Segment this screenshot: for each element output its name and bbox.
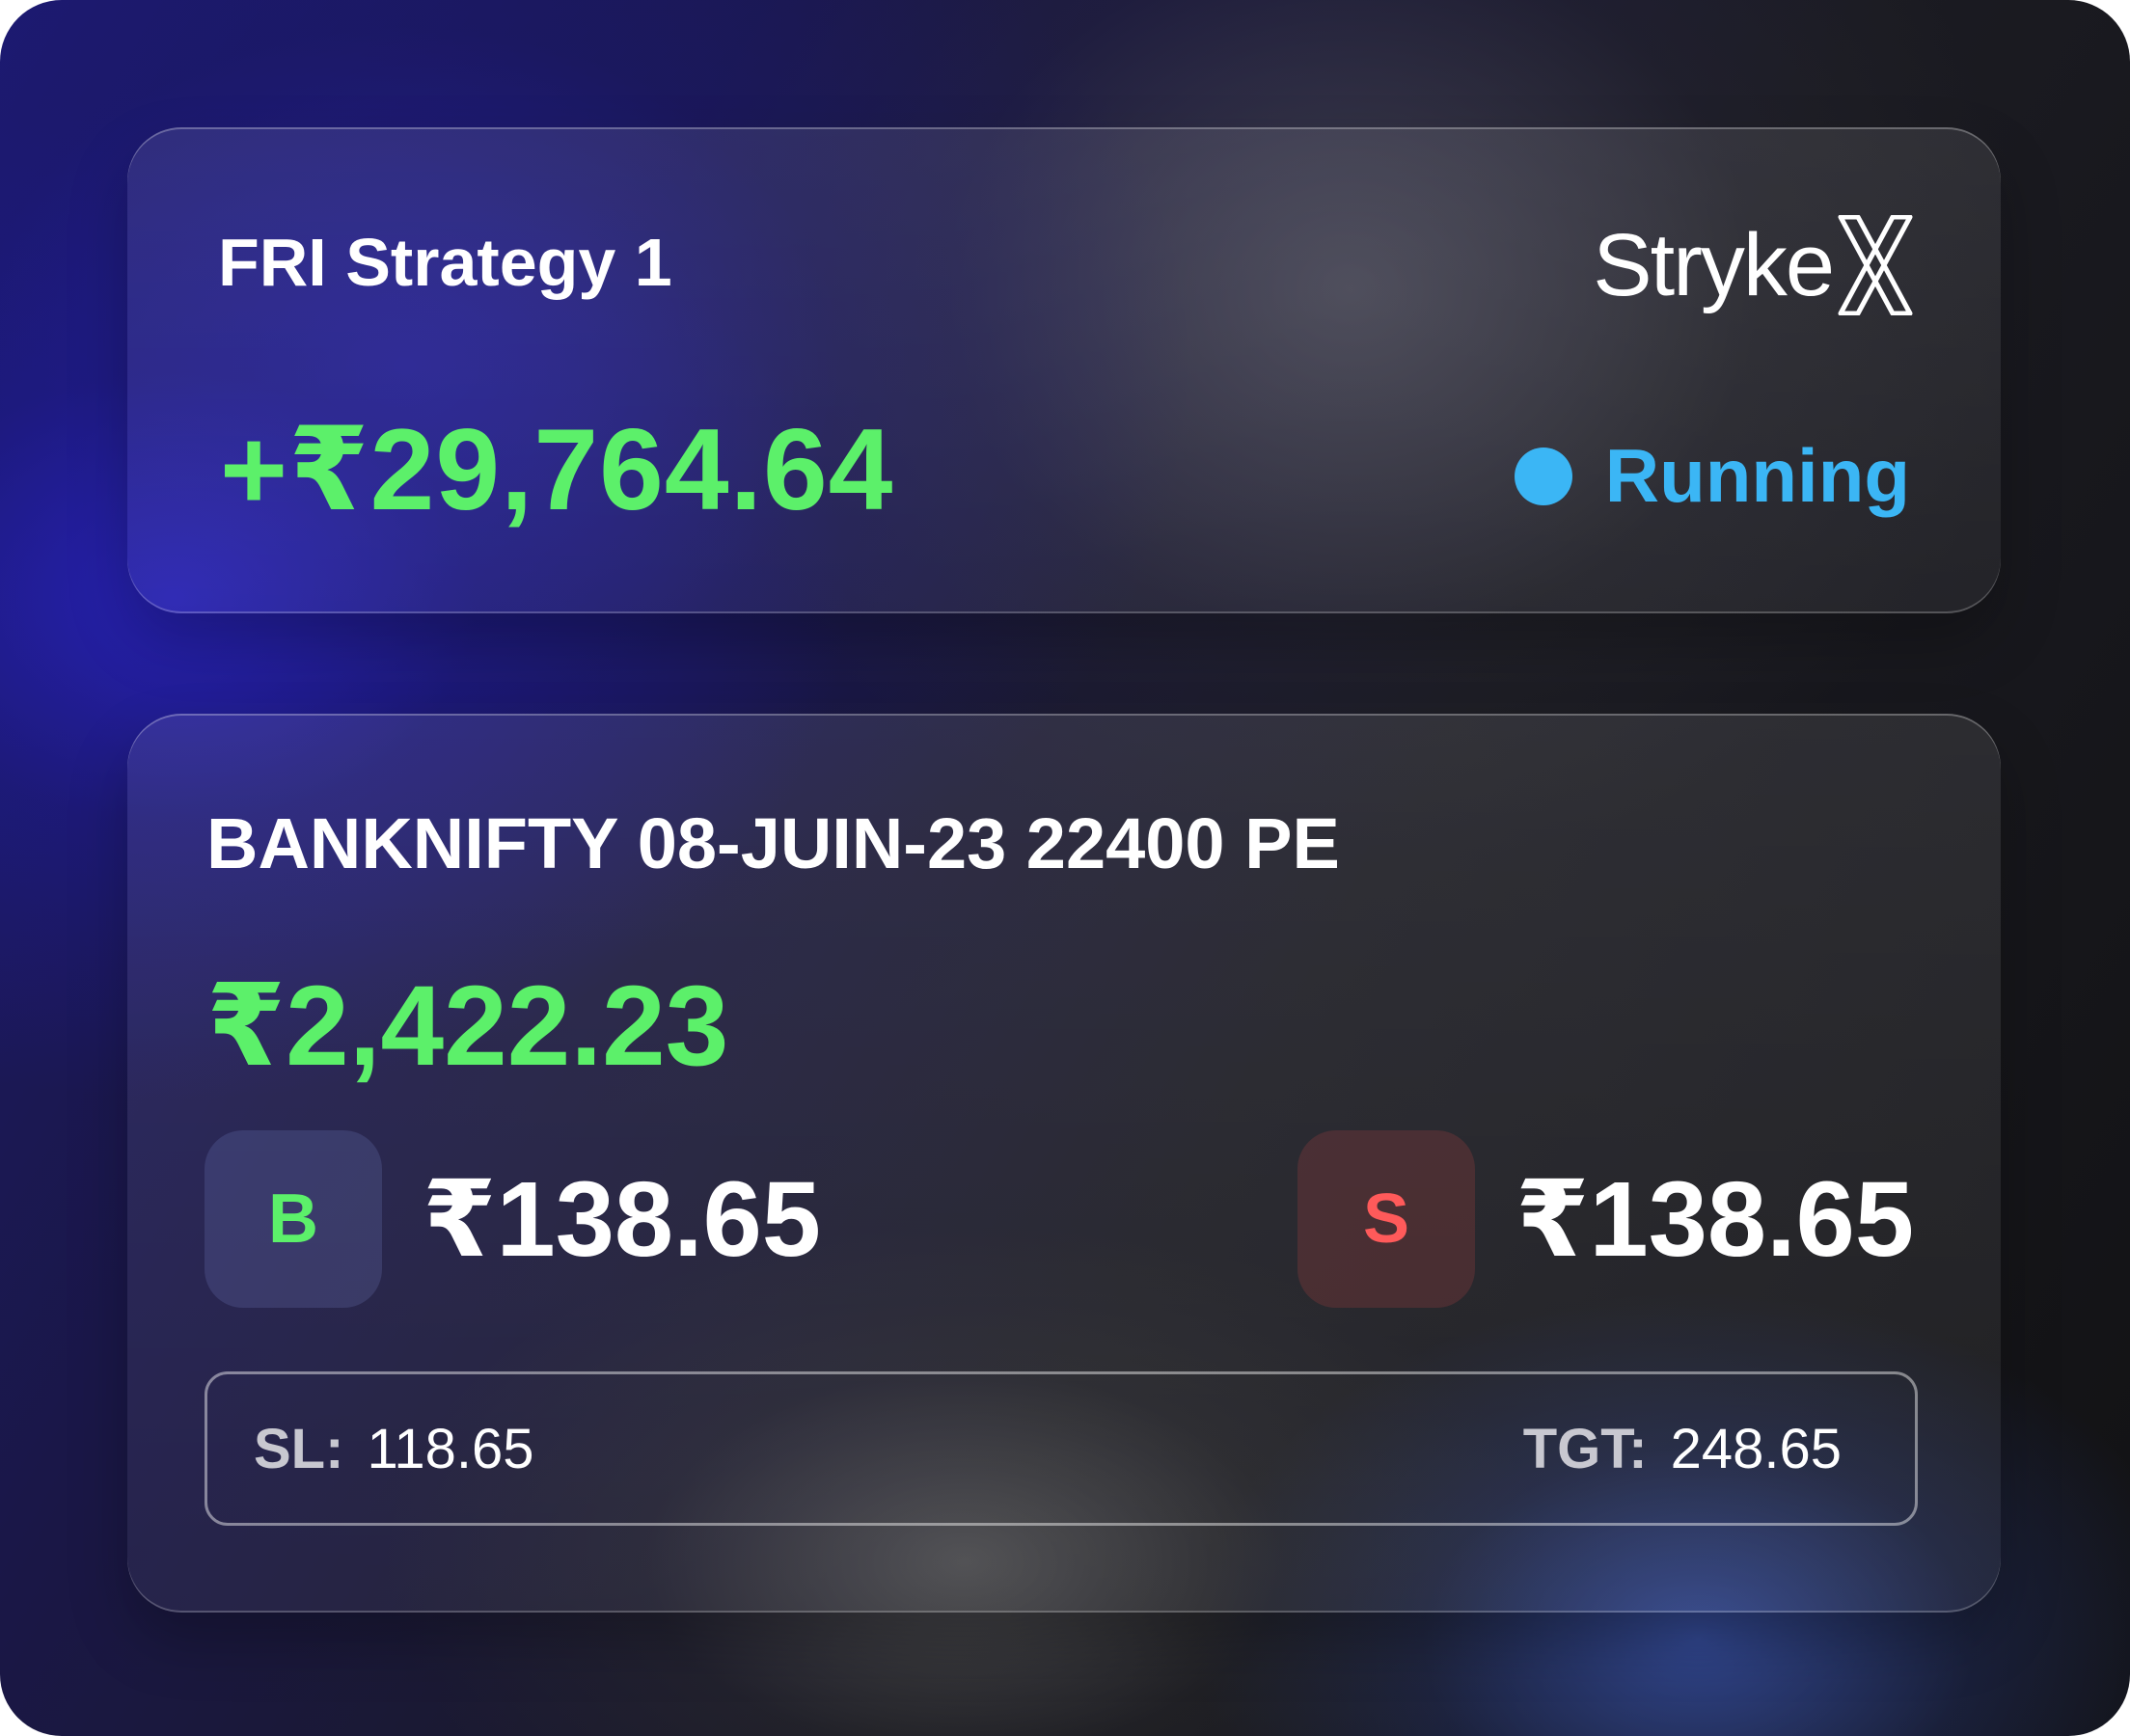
sell-leg: S ₹138.65 (1297, 1130, 1914, 1308)
widget-frame: FRI Strategy 1 Stryke +₹29,764.64 Runnin… (0, 0, 2130, 1736)
status-label: Running (1604, 433, 1910, 518)
strategy-title: FRI Strategy 1 (218, 225, 672, 300)
sell-price: ₹138.65 (1516, 1160, 1914, 1279)
buy-leg: B ₹138.65 (205, 1130, 821, 1308)
target-value: 248.65 (1670, 1417, 1842, 1480)
brand-x-icon (1838, 215, 1913, 315)
target: TGT: 248.65 (1523, 1374, 1842, 1523)
position-card[interactable]: BANKNIFTY 08-JUIN-23 22400 PE ₹2,422.23 … (127, 714, 2001, 1613)
strategy-card[interactable]: FRI Strategy 1 Stryke +₹29,764.64 Runnin… (127, 127, 2001, 613)
strategy-total-pnl: +₹29,764.64 (220, 405, 894, 534)
buy-badge: B (205, 1130, 382, 1308)
status-dot-icon (1514, 447, 1572, 505)
target-label: TGT: (1522, 1417, 1648, 1480)
stop-loss-label: SL: (254, 1417, 344, 1480)
instrument-name: BANKNIFTY 08-JUIN-23 22400 PE (206, 803, 1340, 883)
status-indicator: Running (1514, 432, 1910, 520)
sl-target-panel: SL: 118.65 TGT: 248.65 (205, 1371, 1918, 1526)
stop-loss-value: 118.65 (367, 1417, 534, 1480)
brand-wordmark: Stryke (1593, 216, 1835, 314)
sell-badge: S (1297, 1130, 1476, 1308)
buy-price: ₹138.65 (423, 1160, 821, 1279)
stryke-x-logo: Stryke (1593, 212, 1914, 318)
stop-loss: SL: 118.65 (254, 1374, 534, 1523)
position-pnl: ₹2,422.23 (206, 963, 729, 1090)
